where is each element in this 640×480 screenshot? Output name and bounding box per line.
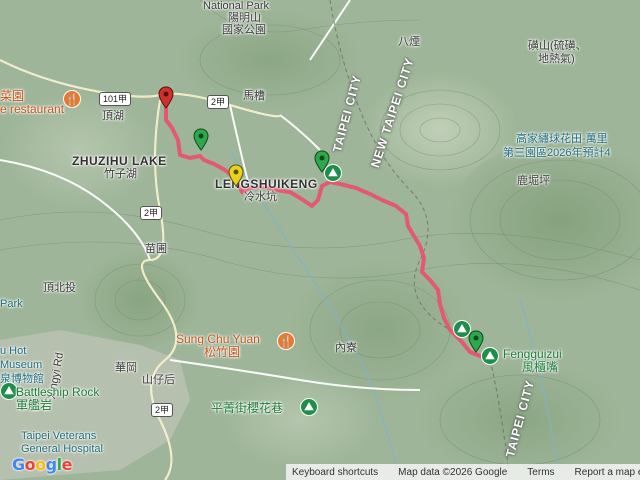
dinghu-label: 頂湖 (102, 110, 124, 122)
linshan2-label: 地熱氣) (538, 53, 575, 65)
gaojia-label-2: 第三園區2026年預計4 (503, 147, 611, 159)
restaurant-en-label: e restaurant (0, 102, 65, 116)
waypoint-marker-green-2[interactable] (314, 150, 330, 174)
battleship-rock-zh-label: 軍艦岩 (16, 398, 53, 412)
luku-label: 鹿堀坪 (517, 175, 550, 187)
restaurant-zh-label: 菜園 (0, 89, 25, 103)
national-park-label: National Park (203, 0, 270, 12)
sung-chu-yuan-zh-label: 松竹園 (204, 345, 241, 359)
veterans-hospital-label-2: General Hospital (21, 443, 103, 455)
report-map-error-link[interactable]: Report a map error (575, 467, 640, 478)
hot-spring-label-2: Museum (0, 359, 43, 371)
fengguizui-label: Fengguizui (503, 347, 562, 361)
shanzihou-label: 山仔后 (142, 374, 175, 386)
macao-label: 馬槽 (243, 90, 265, 102)
bazhen-label: 八煙 (398, 36, 420, 48)
veterans-hospital-label-1: Taipei Veterans (21, 430, 97, 442)
map-footer: Keyboard shortcuts Map data ©2026 Google… (286, 464, 640, 480)
start-marker-red[interactable] (158, 86, 174, 110)
route-shield-2-south: 2甲 (151, 403, 174, 417)
hot-spring-label-1: u Hot (0, 345, 27, 357)
sung-chu-yuan-restaurant-icon[interactable]: 🍴 (277, 332, 295, 350)
route-shield-101: 101甲 (99, 92, 132, 106)
lengshuikeng-zh-label: 冷水坑 (244, 191, 277, 203)
park-pin-icon[interactable]: ⛰ (300, 398, 318, 416)
neiliao-label: 內寮 (335, 342, 357, 354)
gaojia-label-1: 高家繡球花田-萬里 (516, 133, 608, 145)
park-label: Park (0, 298, 23, 310)
sung-chu-yuan-label: Sung Chu Yuan (176, 332, 260, 346)
battleship-rock-label: Battleship Rock (16, 385, 100, 399)
end-marker-green[interactable] (468, 330, 484, 354)
national-park-zh2-label: 國家公園 (222, 24, 266, 36)
waypoint-marker-yellow[interactable] (228, 164, 244, 188)
dingbeitou-label: 頂北投 (43, 282, 76, 294)
google-logo: Google (12, 455, 72, 474)
restaurant-icon[interactable]: 🍴 (63, 90, 81, 108)
terrain-map[interactable] (0, 0, 640, 480)
route-shield-2-north: 2甲 (207, 95, 230, 109)
miaopu-label: 苗圃 (145, 243, 167, 255)
terms-link[interactable]: Terms (527, 467, 554, 478)
zhuzihu-zh-label: 竹子湖 (104, 168, 137, 180)
keyboard-shortcuts-link[interactable]: Keyboard shortcuts (292, 467, 378, 478)
fengguizui-zh-label: 風櫃嘴 (522, 360, 559, 374)
huagang-label: 華岡 (115, 362, 137, 374)
waypoint-marker-green-1[interactable] (193, 128, 209, 152)
map-data-attribution: Map data ©2026 Google (398, 466, 508, 478)
national-park-zh-label: 陽明山 (228, 12, 261, 24)
zhuzihu-lake-label: ZHUZIHU LAKE (72, 154, 167, 168)
route-shield-2-mid: 2甲 (140, 206, 163, 220)
pingqing-label: 平菁街櫻花巷 (211, 401, 284, 415)
linshan-label: 磺山(硫磺、 (528, 40, 587, 52)
